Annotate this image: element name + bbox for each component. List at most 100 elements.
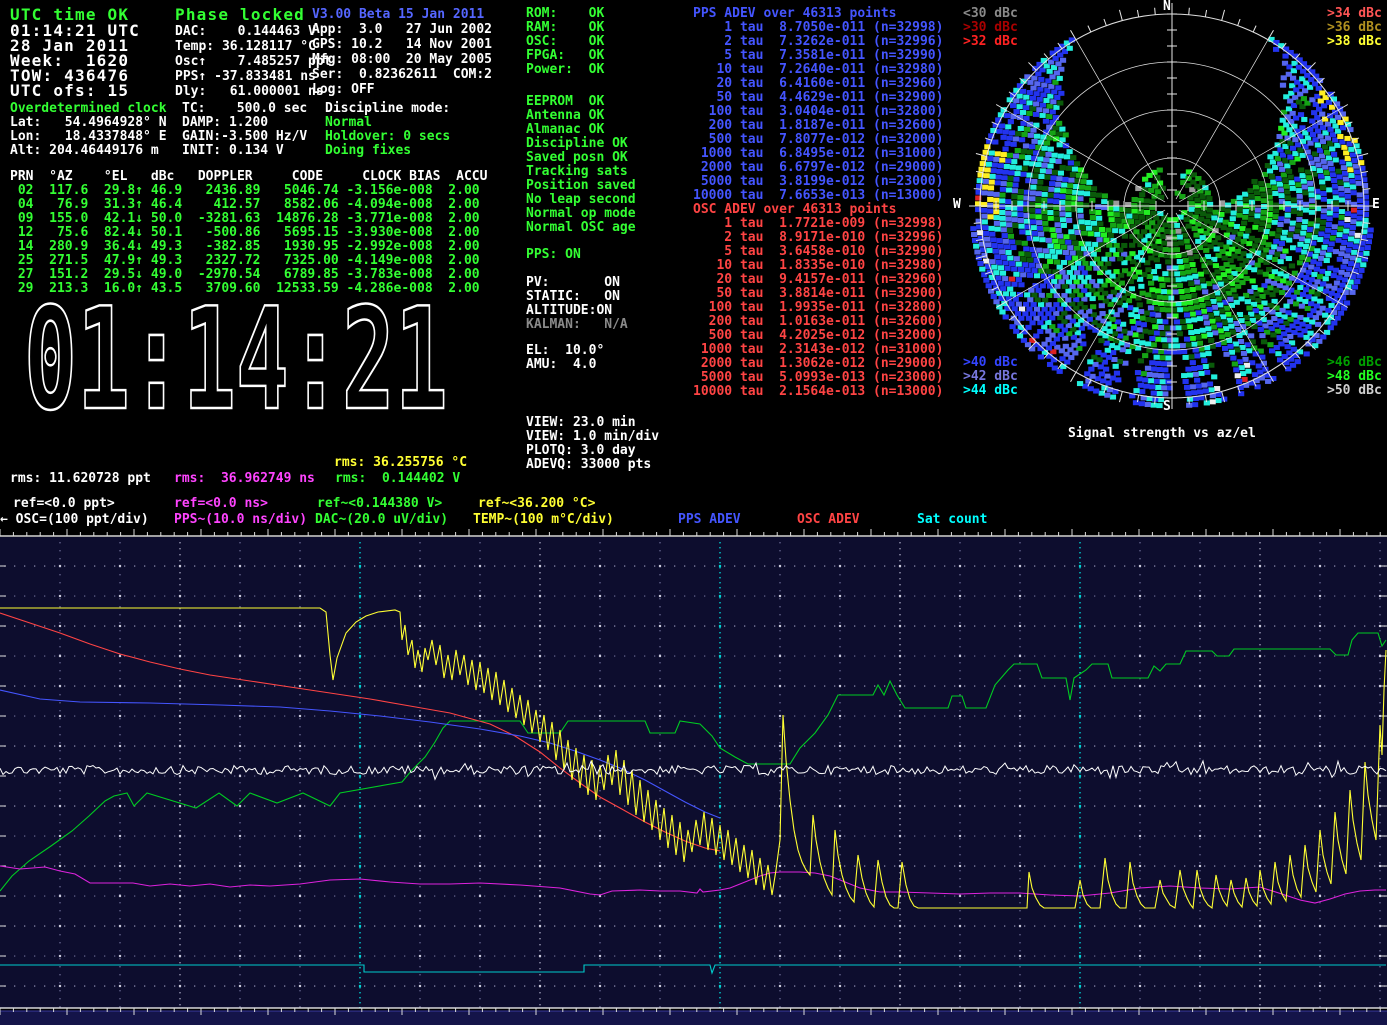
dbc-legend-bottom-left: >40 dBc>42 dBc>44 dBc	[963, 356, 1018, 398]
rom-status-line: FPGA: OK	[526, 49, 604, 63]
ref-pps: ref=<0.0 ns>	[174, 497, 268, 511]
kalman-state: KALMAN: N/A	[526, 318, 628, 332]
rom-status: ROM: OKRAM: OKOSC: OKFPGA: OKPower: OK	[526, 7, 604, 77]
phase-title-line: Phase locked	[175, 7, 305, 22]
ref-osc: ref=<0.0 ppt>	[13, 497, 115, 511]
kalman-state-line: KALMAN: N/A	[526, 318, 628, 332]
pps-adev-table-line: 50 tau 4.4629e-011 (n=32900)	[693, 91, 943, 105]
dbc-legend-bottom-right-line: >46 dBc	[1327, 356, 1382, 370]
scale-temp-line: TEMP~(100 m°C/div)	[473, 513, 614, 527]
osc-adev-table-line: 2 tau 8.9171e-010 (n=32996)	[693, 231, 943, 245]
osc-adev-table-line: 10 tau 1.8335e-010 (n=32980)	[693, 259, 943, 273]
view-block-line: ADEVQ: 33000 pts	[526, 458, 659, 472]
eeprom-status-line: Antenna OK	[526, 109, 636, 123]
legend-pps-adev: PPS ADEV	[678, 513, 741, 527]
utc-lines: 01:14:21 UTC28 Jan 2011Week: 1620TOW: 43…	[10, 23, 140, 98]
rom-status-line: RAM: OK	[526, 21, 604, 35]
discipline-block: Discipline mode:NormalHoldover: 0 secsDo…	[325, 102, 450, 158]
history-strip-chart	[0, 528, 1387, 1025]
scale-dac: DAC~(20.0 uV/div)	[315, 513, 448, 527]
phase-lines: DAC: 0.144463 VTemp: 36.128117 °COsc↑ 7.…	[175, 24, 332, 99]
tc-block-line: TC: 500.0 sec	[182, 102, 307, 116]
dbc-legend-top-left: <30 dBc>30 dBc>32 dBc	[963, 7, 1018, 49]
dbc-legend-top-right-line: >36 dBc	[1327, 21, 1382, 35]
utc-status: UTC time OK	[10, 7, 129, 22]
dbc-legend-top-left-line: <30 dBc	[963, 7, 1018, 21]
osc-adev-table-line: 20 tau 9.4157e-011 (n=32960)	[693, 273, 943, 287]
pps-adev-table-line: 10 tau 7.2640e-011 (n=32980)	[693, 63, 943, 77]
pps-adev-table: PPS ADEV over 46313 points 1 tau 8.7050e…	[693, 7, 943, 203]
discipline-block-line: Normal	[325, 116, 450, 130]
osc-adev-table-line: 1000 tau 2.3143e-012 (n=31000)	[693, 343, 943, 357]
scale-pps-line: PPS~(10.0 ns/div)	[174, 513, 307, 527]
pv-block-line: ALTITUDE:ON	[526, 304, 620, 318]
phase-lines-line: DAC: 0.144463 V	[175, 24, 332, 39]
sat-table-line: 02 117.6 29.8↑ 46.9 2436.89 5046.74 -3.1…	[10, 184, 487, 198]
scale-osc-line: ← OSC=(100 ppt/div)	[0, 513, 149, 527]
sat-table-line: 14 280.9 36.4↓ 49.3 -382.85 1930.95 -2.9…	[10, 240, 487, 254]
version-block-line: App: 3.0 27 Jun 2002	[312, 22, 492, 37]
view-block: VIEW: 23.0 minVIEW: 1.0 min/divPLOTQ: 3.…	[526, 416, 659, 472]
rom-status-line: OSC: OK	[526, 35, 604, 49]
ref-dac-line: ref~<0.144380 V>	[317, 497, 442, 511]
tc-block-line: DAMP: 1.200	[182, 116, 307, 130]
pps-adev-table-line: 500 tau 7.8077e-012 (n=32000)	[693, 133, 943, 147]
el-amu-block-line: EL: 10.0°	[526, 344, 604, 358]
eeprom-status: EEPROM OKAntenna OKAlmanac OKDiscipline …	[526, 95, 636, 235]
sat-table: PRN °AZ °EL dBc DOPPLER CODE CLOCK BIAS …	[10, 170, 487, 296]
tc-block-line: GAIN:-3.500 Hz/V	[182, 130, 307, 144]
sat-table-line: 04 76.9 31.3↑ 46.4 412.57 8582.06 -4.094…	[10, 198, 487, 212]
position-block-line: Alt: 204.46449176 m	[10, 144, 167, 158]
osc-adev-table-line: 10000 tau 2.1564e-013 (n=13000)	[693, 385, 943, 399]
pps-adev-table-line: PPS ADEV over 46313 points	[693, 7, 943, 21]
utc-lines-line: UTC ofs: 15	[10, 83, 140, 98]
tc-block-line: INIT: 0.134 V	[182, 144, 307, 158]
legend-sat-count-line: Sat count	[917, 513, 987, 527]
polar-label-e: E	[1372, 198, 1380, 212]
phase-lines-line: Osc↑ 7.485257 ppt	[175, 54, 332, 69]
osc-adev-table-line: 500 tau 4.2025e-012 (n=32000)	[693, 329, 943, 343]
rom-status-line: ROM: OK	[526, 7, 604, 21]
position-block-line: Overdetermined clock	[10, 102, 167, 116]
position-block-line: Lat: 54.4964928° N	[10, 116, 167, 130]
el-amu-block: EL: 10.0°AMU: 4.0	[526, 344, 604, 372]
rms-pps: rms: 36.962749 ns	[174, 472, 315, 486]
pv-block-line: STATIC: ON	[526, 290, 620, 304]
pps-adev-table-line: 1 tau 8.7050e-011 (n=32998)	[693, 21, 943, 35]
eeprom-status-line: EEPROM OK	[526, 95, 636, 109]
sat-table-line: PRN °AZ °EL dBc DOPPLER CODE CLOCK BIAS …	[10, 170, 487, 184]
eeprom-status-line: Normal OSC age	[526, 221, 636, 235]
discipline-block-line: Holdover: 0 secs	[325, 130, 450, 144]
version-block-line: GPS: 10.2 14 Nov 2001	[312, 37, 492, 52]
legend-osc-adev-line: OSC ADEV	[797, 513, 860, 527]
version-block-line: Ser: 0.82362611 COM:2	[312, 67, 492, 82]
eeprom-status-line: Position saved	[526, 179, 636, 193]
dbc-legend-top-right-line: >38 dBc	[1327, 35, 1382, 49]
pps-adev-table-line: 100 tau 3.0404e-011 (n=32800)	[693, 105, 943, 119]
polar-label-s: S	[1163, 400, 1171, 414]
tc-block: TC: 500.0 secDAMP: 1.200GAIN:-3.500 Hz/V…	[182, 102, 307, 158]
osc-adev-table: OSC ADEV over 46313 points 1 tau 1.7721e…	[693, 203, 943, 399]
dbc-legend-bottom-right: >46 dBc>48 dBc>50 dBc	[1327, 356, 1382, 398]
big-clock-text: 01:14:21	[24, 296, 448, 418]
pps-adev-table-line: 20 tau 6.4160e-011 (n=32960)	[693, 77, 943, 91]
sat-table-line: 12 75.6 82.4↓ 50.1 -500.86 5695.15 -3.93…	[10, 226, 487, 240]
scale-temp: TEMP~(100 m°C/div)	[473, 513, 614, 527]
polar-caption-line: Signal strength vs az/el	[1068, 427, 1256, 441]
pps-state-line: PPS: ON	[526, 248, 581, 262]
legend-pps-adev-line: PPS ADEV	[678, 513, 741, 527]
legend-sat-count: Sat count	[917, 513, 987, 527]
ref-temp-line: ref~<36.200 °C>	[478, 497, 595, 511]
osc-adev-table-line: 5000 tau 5.0993e-013 (n=23000)	[693, 371, 943, 385]
ref-dac: ref~<0.144380 V>	[317, 497, 442, 511]
version-block-line: V3.00 Beta 15 Jan 2011	[312, 7, 492, 22]
utc-status-line: UTC time OK	[10, 7, 129, 22]
pps-adev-table-line: 5 tau 7.3581e-011 (n=32990)	[693, 49, 943, 63]
osc-adev-table-line: 1 tau 1.7721e-009 (n=32998)	[693, 217, 943, 231]
rms-osc: rms: 11.620728 ppt	[10, 472, 151, 486]
dbc-legend-bottom-right-line: >48 dBc	[1327, 370, 1382, 384]
pps-adev-table-line: 1000 tau 6.8495e-012 (n=31000)	[693, 147, 943, 161]
eeprom-status-line: Tracking sats	[526, 165, 636, 179]
sat-table-line: 25 271.5 47.9↑ 49.3 2327.72 7325.00 -4.1…	[10, 254, 487, 268]
polar-label-w-line: W	[953, 198, 961, 212]
